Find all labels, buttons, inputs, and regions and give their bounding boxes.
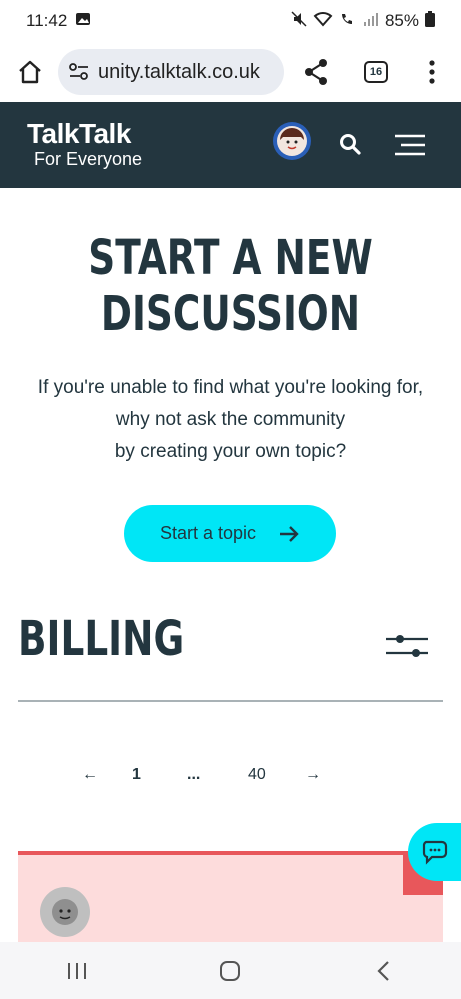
more-vert-icon <box>429 60 435 84</box>
search-icon <box>340 134 361 155</box>
filter-sliders-icon <box>386 635 428 657</box>
status-right: 85% <box>291 10 435 32</box>
logo-sub-text: For Everyone <box>34 149 143 169</box>
pagination: ← 1 ... 40 → <box>80 760 340 790</box>
discussion-description: If you're unable to find what you're loo… <box>0 372 461 468</box>
arrow-right-icon <box>280 525 299 542</box>
site-menu-button[interactable] <box>393 133 427 157</box>
back-chevron-icon <box>377 960 389 981</box>
discussion-text-line2: why not ask the community <box>115 409 346 430</box>
home-square-icon <box>220 960 241 981</box>
tab-count: 16 <box>364 61 388 83</box>
pagination-ellipsis: ... <box>187 766 201 783</box>
topic-card[interactable] <box>18 851 443 951</box>
browser-toolbar: unity.talktalk.co.uk 16 <box>0 42 461 102</box>
site-header: TalkTalk For Everyone <box>0 102 461 188</box>
start-topic-label: Start a topic <box>159 523 257 543</box>
discussion-title-line2: DISCUSSION <box>100 286 361 342</box>
pagination-page-current[interactable]: 1 <box>132 760 141 790</box>
wifi-icon <box>313 11 333 32</box>
status-time: 11:42 <box>26 11 68 30</box>
billing-title: BILLING <box>18 611 185 667</box>
hamburger-icon <box>395 134 425 156</box>
recent-apps-button[interactable] <box>47 951 107 991</box>
discussion-title-line1: START A NEW <box>88 230 373 286</box>
home-nav-button[interactable] <box>200 951 260 991</box>
tabs-button[interactable]: 16 <box>356 52 396 92</box>
discussion-text-line3: by creating your own topic? <box>114 441 347 462</box>
share-button[interactable] <box>296 52 336 92</box>
pagination-page-last[interactable]: 40 <box>248 760 266 790</box>
url-text: unity.talktalk.co.uk <box>98 60 260 83</box>
search-button[interactable] <box>338 132 364 158</box>
wifi-call-icon <box>339 11 357 32</box>
chat-bubble-icon <box>422 840 448 865</box>
filter-button[interactable] <box>384 632 430 660</box>
home-button[interactable] <box>10 52 50 92</box>
back-nav-button[interactable] <box>354 951 414 991</box>
discussion-text-line1: If you're unable to find what you're loo… <box>37 377 424 398</box>
user-avatar[interactable] <box>273 122 311 160</box>
site-settings-icon[interactable] <box>68 62 90 82</box>
home-icon <box>19 60 41 84</box>
share-icon <box>305 59 327 85</box>
pagination-next[interactable]: → <box>305 760 321 790</box>
avatar-face-icon <box>277 126 307 156</box>
start-topic-button[interactable]: Start a topic <box>124 505 336 562</box>
talktalk-logo[interactable]: TalkTalk For Everyone <box>27 120 142 170</box>
battery-level: 85% <box>384 11 419 30</box>
browser-menu-button[interactable] <box>414 52 450 92</box>
status-left: 11:42 <box>26 11 91 32</box>
chat-button[interactable] <box>408 823 461 881</box>
default-avatar-icon <box>52 899 78 925</box>
card-user-avatar[interactable] <box>40 887 90 937</box>
battery-icon <box>425 10 435 32</box>
recents-icon <box>67 962 86 979</box>
logo-main-text: TalkTalk <box>27 118 131 149</box>
new-discussion-section: START A NEW DISCUSSION If you're unable … <box>0 230 461 562</box>
mute-icon <box>291 10 307 32</box>
billing-section-header: BILLING <box>18 612 443 702</box>
signal-icon <box>363 11 379 31</box>
system-nav-bar <box>0 942 461 999</box>
status-bar: 11:42 85% <box>0 0 461 42</box>
address-bar[interactable]: unity.talktalk.co.uk <box>58 49 284 95</box>
gallery-icon <box>75 11 91 32</box>
pagination-prev[interactable]: ← <box>82 760 98 790</box>
